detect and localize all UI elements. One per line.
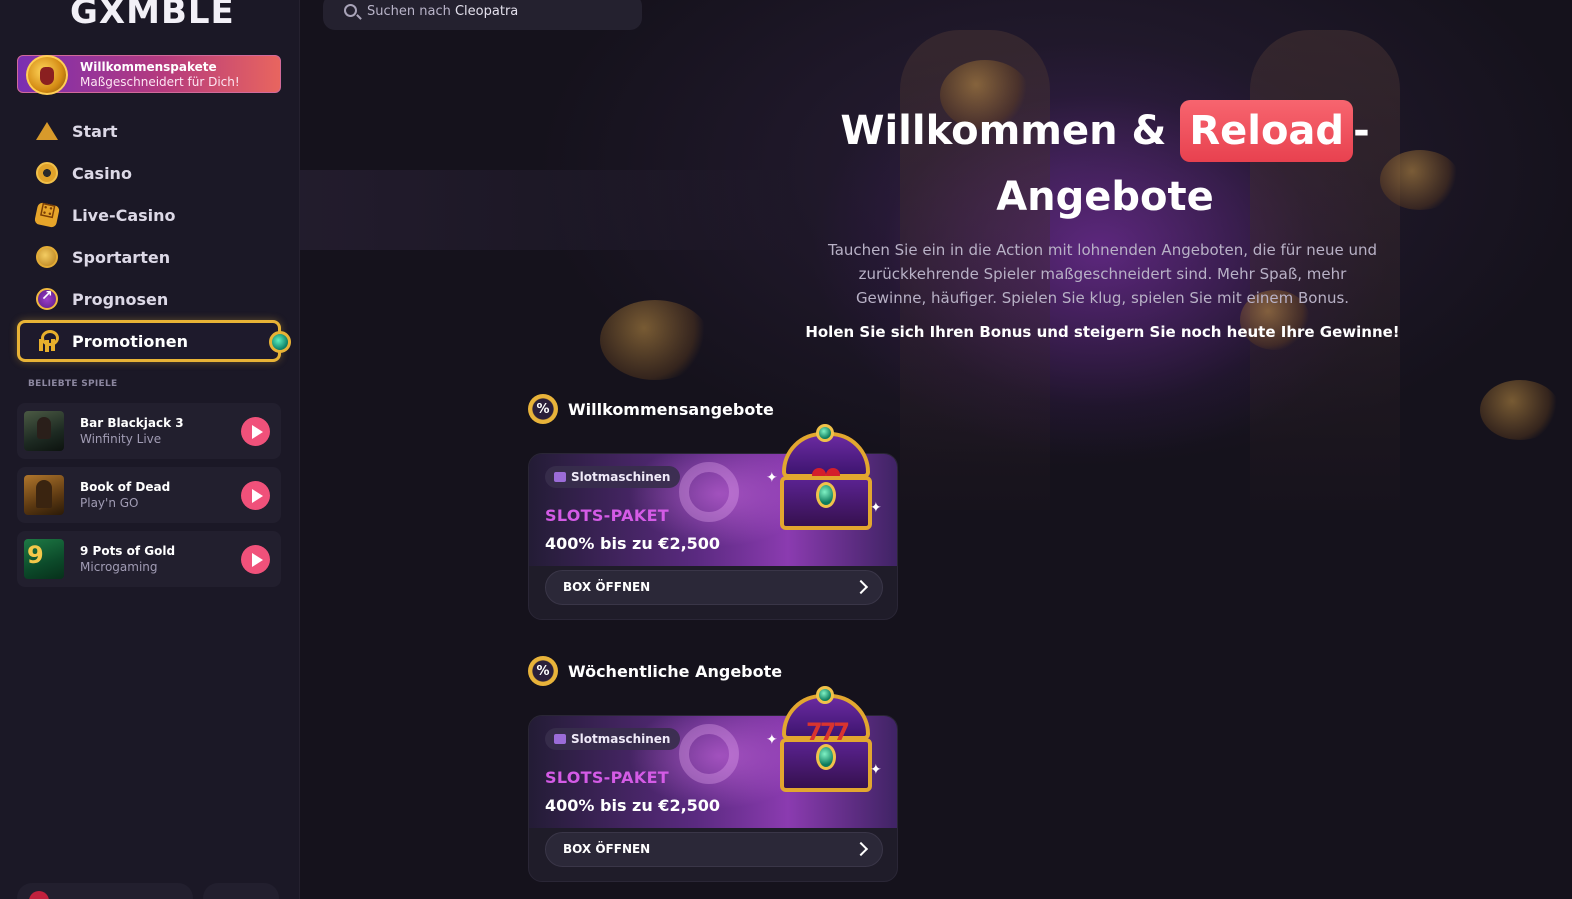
- section-title: Willkommensangebote: [568, 399, 774, 419]
- game-thumbnail: [24, 411, 64, 451]
- pharaoh-coin-icon: [26, 55, 68, 95]
- treasure-chest-icon: 777 ✦ ✦: [766, 686, 882, 798]
- list-item[interactable]: Bar Blackjack 3 Winfinity Live: [17, 403, 281, 459]
- nav-item-promotionen[interactable]: Promotionen: [17, 320, 291, 362]
- hero-cta-text: Holen Sie sich Ihren Bonus und steigern …: [805, 323, 1400, 341]
- chevron-right-icon: [853, 841, 869, 857]
- popular-games-list: Bar Blackjack 3 Winfinity Live Book of D…: [17, 403, 281, 595]
- nav-item-casino[interactable]: Casino: [17, 152, 281, 194]
- search-icon: [344, 4, 357, 17]
- nav-item-label: Promotionen: [72, 331, 189, 351]
- game-provider: Play'n GO: [80, 496, 139, 510]
- nav-item-start[interactable]: Start: [17, 110, 281, 152]
- game-title: 9 Pots of Gold: [80, 544, 176, 558]
- background-coin: [1480, 380, 1560, 440]
- hero-description: Tauchen Sie ein in die Action mit lohnen…: [828, 241, 1377, 307]
- nav-item-label: Prognosen: [72, 289, 169, 309]
- nav-item-prognosen[interactable]: Prognosen: [17, 278, 281, 320]
- category-tag: Slotmaschinen: [545, 466, 681, 488]
- popular-games-label: BELIEBTE SPIELE: [28, 379, 118, 389]
- search-suggestion: Cleopatra: [454, 4, 519, 19]
- promo-amount: 400% bis zu €2,500: [545, 796, 721, 815]
- nav-item-label: Sportarten: [72, 247, 171, 267]
- main-nav: Start Casino Live-Casino Sportarten Prog…: [17, 110, 291, 362]
- treasure-chest-icon: ✦ ✦: [766, 424, 882, 536]
- search-bar[interactable]: Suchen nach Cleopatra: [323, 0, 642, 30]
- section-heading-weekly: % Wöchentliche Angebote: [528, 656, 783, 686]
- ankh-icon: [36, 330, 59, 352]
- casino-chip-icon: [36, 162, 58, 184]
- game-thumbnail: [24, 475, 64, 515]
- nav-item-label: Casino: [72, 163, 132, 183]
- footer-controls[interactable]: [203, 883, 279, 899]
- play-button[interactable]: [241, 481, 270, 510]
- swirl-decoration: [679, 724, 739, 784]
- percent-icon: %: [528, 394, 558, 424]
- promo-kicker: SLOTS-PAKET: [545, 506, 670, 525]
- list-item[interactable]: 9 Pots of Gold Microgaming: [17, 531, 281, 587]
- section-title: Wöchentliche Angebote: [568, 661, 783, 681]
- promo-kicker: SLOTS-PAKET: [545, 768, 670, 787]
- page-title: Willkommen & Reload - Angebote: [790, 98, 1420, 230]
- game-title: Book of Dead: [80, 480, 171, 494]
- emerald-gem-icon: [269, 331, 291, 353]
- swirl-decoration: [679, 462, 739, 522]
- chart-trend-icon: [36, 288, 58, 310]
- percent-icon: %: [528, 656, 558, 686]
- play-button[interactable]: [241, 545, 270, 574]
- section-heading-welcome: % Willkommensangebote: [528, 394, 774, 424]
- welcome-banner-subtitle: Maßgeschneidert für Dich!: [80, 75, 240, 89]
- nav-item-sportarten[interactable]: Sportarten: [17, 236, 281, 278]
- play-button[interactable]: [241, 417, 270, 446]
- site-logo[interactable]: GXMBLE: [70, 0, 235, 32]
- game-thumbnail: [24, 539, 64, 579]
- open-box-button[interactable]: BOX ÖFFNEN: [545, 832, 883, 867]
- background-wall: [300, 170, 800, 250]
- game-provider: Winfinity Live: [80, 432, 162, 446]
- nav-item-label: Live-Casino: [72, 205, 176, 225]
- reload-badge: Reload: [1180, 100, 1354, 162]
- button-label: BOX ÖFFNEN: [563, 580, 651, 594]
- language-selector[interactable]: [17, 883, 193, 899]
- main-content: Suchen nach Cleopatra Willkommen & Reloa…: [300, 0, 1572, 899]
- list-item[interactable]: Book of Dead Play'n GO: [17, 467, 281, 523]
- nav-item-label: Start: [72, 121, 118, 141]
- welcome-packages-banner[interactable]: Willkommenspakete Maßgeschneidert für Di…: [17, 55, 281, 95]
- nav-item-live-casino[interactable]: Live-Casino: [17, 194, 281, 236]
- dice-icon: [33, 201, 61, 229]
- button-label: BOX ÖFFNEN: [563, 842, 651, 856]
- game-provider: Microgaming: [80, 560, 158, 574]
- chevron-right-icon: [853, 579, 869, 595]
- background-coin: [600, 300, 710, 380]
- welcome-banner-title: Willkommenspakete: [80, 60, 217, 74]
- open-box-button[interactable]: BOX ÖFFNEN: [545, 570, 883, 605]
- pyramid-icon: [36, 120, 58, 142]
- promo-amount: 400% bis zu €2,500: [545, 534, 721, 553]
- ball-icon: [36, 246, 58, 268]
- game-title: Bar Blackjack 3: [80, 416, 184, 430]
- search-placeholder: Suchen nach Cleopatra: [367, 4, 519, 19]
- category-tag: Slotmaschinen: [545, 728, 681, 750]
- sidebar: GXMBLE Willkommenspakete Maßgeschneidert…: [0, 0, 300, 899]
